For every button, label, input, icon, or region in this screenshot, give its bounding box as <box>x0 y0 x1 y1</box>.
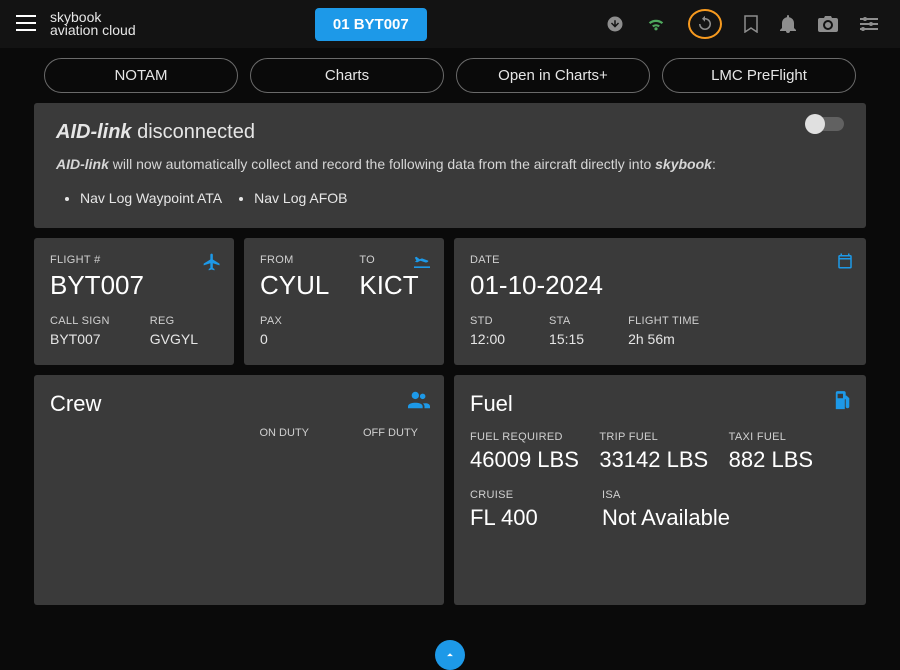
trip-fuel: 33142 LBS <box>599 447 720 473</box>
aid-list-item: Nav Log AFOB <box>254 190 347 206</box>
reg-label: REG <box>150 315 198 327</box>
taxi-fuel: 882 LBS <box>729 447 850 473</box>
tab-charts[interactable]: Charts <box>250 58 444 93</box>
flight-number-label: FLIGHT # <box>50 254 218 266</box>
flighttime-label: FLIGHT TIME <box>628 315 699 327</box>
sta-value: 15:15 <box>549 331 584 347</box>
cruise-value: FL 400 <box>470 505 594 531</box>
sync-icon[interactable] <box>688 9 722 39</box>
active-flight-pill[interactable]: 01 BYT007 <box>315 8 427 41</box>
calendar-icon <box>836 252 854 270</box>
tab-open-charts-plus[interactable]: Open in Charts+ <box>456 58 650 93</box>
camera-icon[interactable] <box>818 16 838 32</box>
flight-number: BYT007 <box>50 270 218 301</box>
sta-label: STA <box>549 315 584 327</box>
pax-label: PAX <box>260 315 428 327</box>
bell-icon[interactable] <box>780 15 796 33</box>
date-value: 01-10-2024 <box>470 270 850 301</box>
taxi-fuel-label: TAXI FUEL <box>729 431 850 443</box>
cruise-label: CRUISE <box>470 489 594 501</box>
on-duty-label: ON DUTY <box>260 427 310 439</box>
isa-label: ISA <box>602 489 850 501</box>
download-icon[interactable] <box>606 15 624 33</box>
callsign: BYT007 <box>50 331 110 347</box>
settings-sliders-icon[interactable] <box>860 16 878 32</box>
fuel-pump-icon <box>834 391 852 411</box>
reg: GVGYL <box>150 331 198 347</box>
expand-chevron-button[interactable] <box>435 640 465 670</box>
tab-lmc-preflight[interactable]: LMC PreFlight <box>662 58 856 93</box>
wifi-icon[interactable] <box>646 16 666 32</box>
aid-link-card: AID-link disconnected AID-link will now … <box>34 103 866 228</box>
flighttime-value: 2h 56m <box>628 331 699 347</box>
flight-card: FLIGHT # BYT007 CALL SIGN BYT007 REG GVG… <box>34 238 234 365</box>
date-label: DATE <box>470 254 850 266</box>
aid-list-item: Nav Log Waypoint ATA <box>80 190 222 206</box>
pax-value: 0 <box>260 331 428 347</box>
fuel-required-label: FUEL REQUIRED <box>470 431 591 443</box>
fuel-required: 46009 LBS <box>470 447 591 473</box>
std-label: STD <box>470 315 505 327</box>
crew-title: Crew <box>50 391 428 417</box>
crew-card: Crew ON DUTY OFF DUTY <box>34 375 444 605</box>
trip-fuel-label: TRIP FUEL <box>599 431 720 443</box>
bookmark-icon[interactable] <box>744 15 758 33</box>
from-value: CYUL <box>260 270 329 301</box>
isa-value: Not Available <box>602 505 850 531</box>
to-value: KICT <box>359 270 418 301</box>
callsign-label: CALL SIGN <box>50 315 110 327</box>
aid-title: AID-link disconnected <box>56 121 844 144</box>
people-icon <box>408 391 430 409</box>
off-duty-label: OFF DUTY <box>363 427 418 439</box>
aid-body: AID-link will now automatically collect … <box>56 156 844 172</box>
aid-link-toggle[interactable] <box>806 117 844 131</box>
fuel-card: Fuel FUEL REQUIRED 46009 LBS TRIP FUEL 3… <box>454 375 866 605</box>
route-card: FROM CYUL TO KICT PAX 0 <box>244 238 444 365</box>
date-card: DATE 01-10-2024 STD 12:00 STA 15:15 FLIG… <box>454 238 866 365</box>
to-label: TO <box>359 254 418 266</box>
departure-icon <box>412 252 432 268</box>
menu-button[interactable] <box>10 9 42 40</box>
std-value: 12:00 <box>470 331 505 347</box>
brand-logo: skybook aviation cloud <box>50 11 136 36</box>
plane-icon <box>202 252 222 272</box>
fuel-title: Fuel <box>470 391 850 417</box>
from-label: FROM <box>260 254 329 266</box>
tab-notam[interactable]: NOTAM <box>44 58 238 93</box>
